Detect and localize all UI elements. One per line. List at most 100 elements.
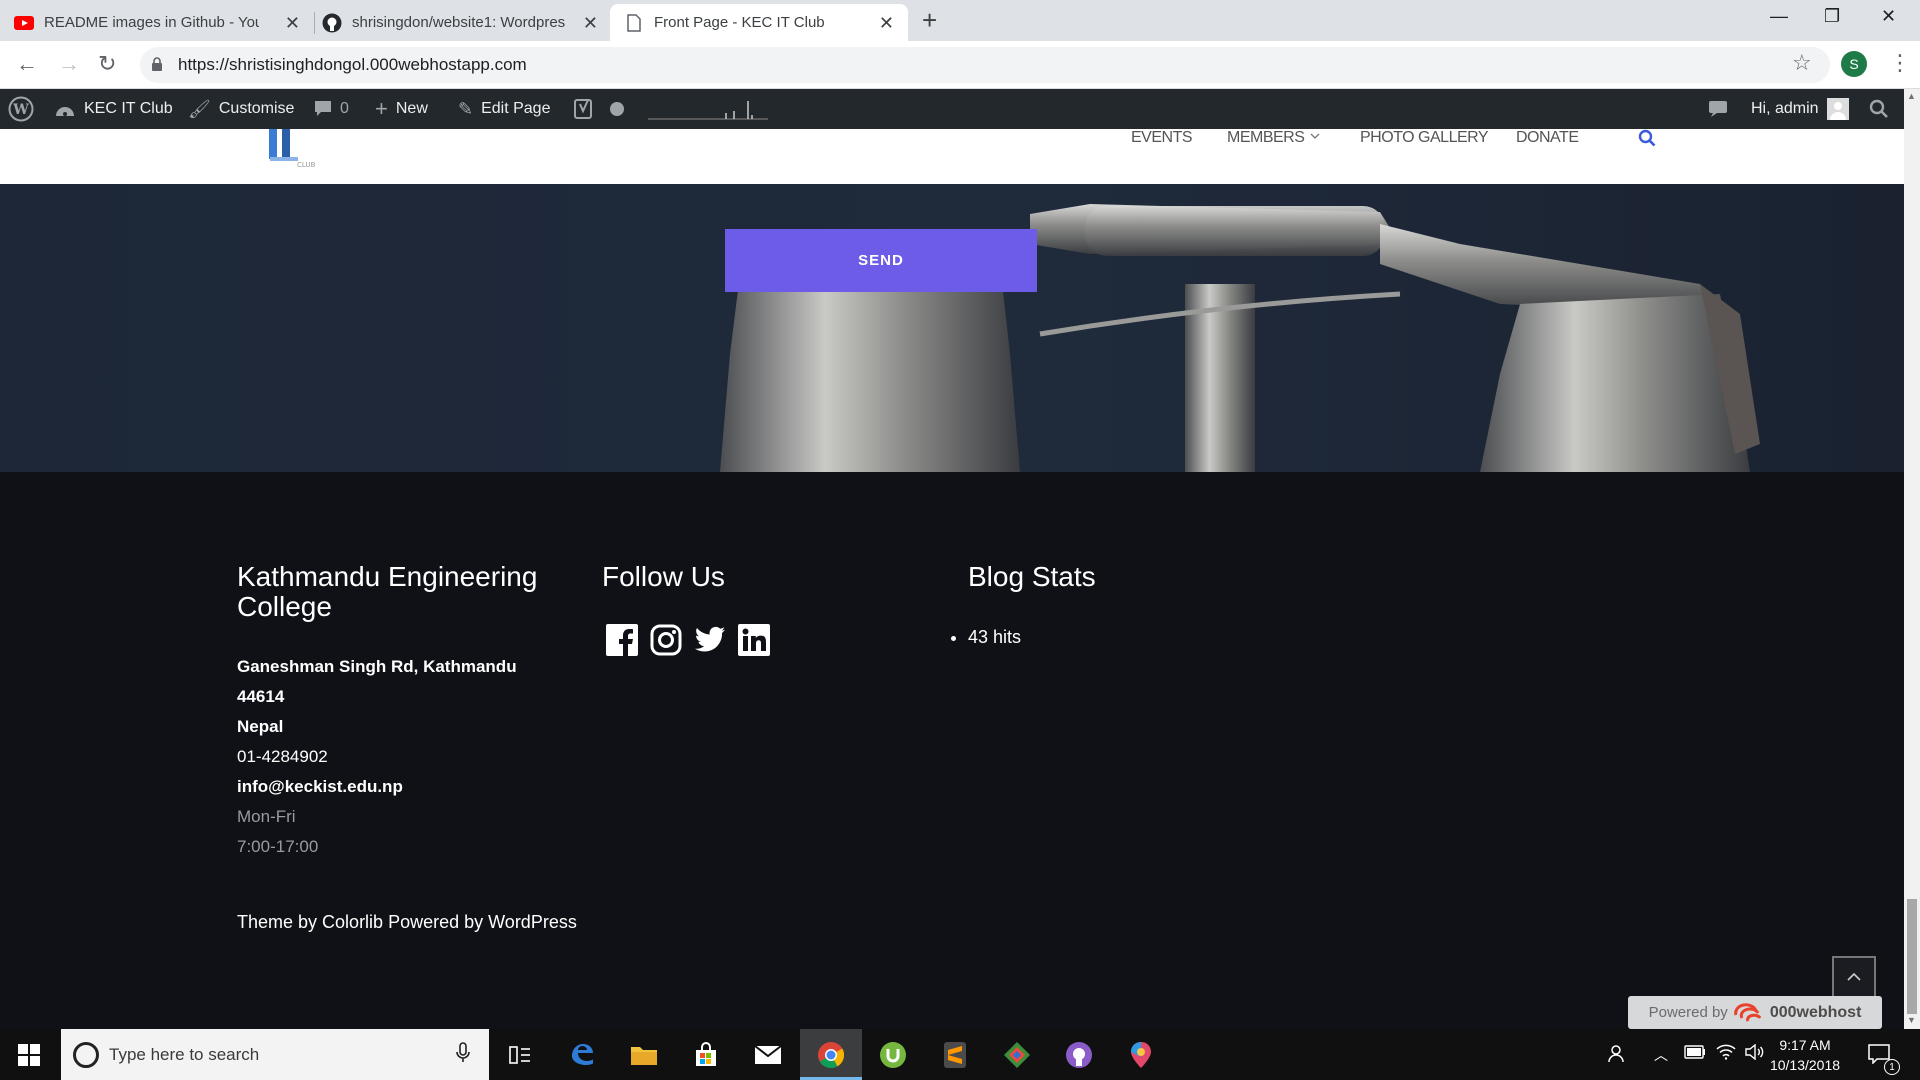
scroll-up-icon[interactable]: ▲ xyxy=(1907,91,1916,101)
scrollbar-thumb[interactable] xyxy=(1907,899,1917,1014)
nav-donate[interactable]: DONATE xyxy=(1516,129,1579,146)
college-title: Kathmandu Engineering College xyxy=(237,561,538,622)
admin-search-button[interactable] xyxy=(1869,89,1889,129)
battery-icon[interactable] xyxy=(1684,1044,1706,1064)
new-tab-button[interactable]: + xyxy=(922,5,937,36)
paintbrush-icon: 🖌 xyxy=(188,98,211,119)
reload-icon[interactable]: ↻ xyxy=(98,51,116,77)
wordpress-link[interactable]: WordPress xyxy=(488,912,577,932)
twitter-icon[interactable] xyxy=(694,624,726,656)
seo-status-dot-icon xyxy=(610,102,624,116)
svg-text:W: W xyxy=(12,102,29,118)
wifi-icon[interactable] xyxy=(1716,1044,1736,1065)
edit-page-button[interactable]: ✎ Edit Page xyxy=(458,89,550,129)
tab-label: shrisingdon/website1: Wordpres xyxy=(352,14,566,31)
my-account-button[interactable]: Hi, admin xyxy=(1751,89,1849,129)
nav-photo-gallery[interactable]: PHOTO GALLERY xyxy=(1360,129,1489,146)
scroll-down-icon[interactable]: ▼ xyxy=(1907,1015,1916,1025)
tab-github-repo[interactable]: shrisingdon/website1: Wordpres ✕ xyxy=(312,4,612,41)
credit-prefix: Theme by xyxy=(237,912,323,932)
address-bar[interactable]: https://shristisinghdongol.000webhostapp… xyxy=(140,47,1830,83)
store-icon[interactable] xyxy=(675,1029,737,1080)
paint-3d-icon[interactable] xyxy=(1110,1029,1172,1080)
windows-taskbar: Type here to search ︿ 9:17 AM 10/13/2018… xyxy=(0,1029,1920,1080)
back-icon[interactable]: ← xyxy=(16,51,38,77)
git-gui-icon[interactable] xyxy=(986,1029,1048,1080)
host-brand: 000webhost xyxy=(1769,1003,1862,1021)
site-name-button[interactable]: KEC IT Club xyxy=(54,89,173,129)
close-tab-icon[interactable]: ✕ xyxy=(285,13,300,34)
social-links xyxy=(606,624,770,656)
yoast-seo-button[interactable] xyxy=(574,89,624,129)
colorlib-link[interactable]: Colorlib xyxy=(322,912,383,932)
back-to-top-button[interactable] xyxy=(1832,956,1876,998)
wordpress-logo-button[interactable]: W xyxy=(8,89,34,129)
send-button[interactable]: SEND xyxy=(725,229,1037,292)
close-tab-icon[interactable]: ✕ xyxy=(583,13,598,34)
search-icon[interactable] xyxy=(1638,129,1656,147)
close-tab-icon[interactable]: ✕ xyxy=(879,13,894,34)
chevron-up-icon[interactable]: ︿ xyxy=(1654,1045,1668,1065)
menu-kebab-icon[interactable]: ⋮ xyxy=(1889,50,1911,76)
chevron-down-icon[interactable] xyxy=(1310,133,1320,139)
bookmark-star-icon[interactable]: ☆ xyxy=(1792,50,1812,76)
nav-events[interactable]: EVENTS xyxy=(1131,129,1193,146)
contact-hero-section: SEND xyxy=(0,184,1904,472)
windows-start-icon[interactable] xyxy=(18,1044,40,1066)
facebook-icon[interactable] xyxy=(606,624,638,656)
microphone-icon[interactable] xyxy=(456,1042,470,1064)
000webhost-logo-icon xyxy=(1734,1002,1762,1022)
nav-members[interactable]: MEMBERS xyxy=(1227,129,1305,146)
stats-sparkline[interactable] xyxy=(648,89,768,129)
clock-time: 9:17 AM xyxy=(1779,1037,1831,1053)
browser-tab-strip: README images in Github - You ✕ shrising… xyxy=(0,0,1920,41)
profile-avatar[interactable]: S xyxy=(1841,51,1867,77)
url-text: https://shristisinghdongol.000webhostapp… xyxy=(178,55,527,74)
edit-page-label: Edit Page xyxy=(481,100,551,117)
minimize-icon[interactable]: — xyxy=(1770,6,1788,27)
sublime-text-icon[interactable] xyxy=(924,1029,986,1080)
blog-stats-list: 43 hits xyxy=(950,627,1021,648)
site-name-label: KEC IT Club xyxy=(84,100,173,117)
search-placeholder: Type here to search xyxy=(109,1045,260,1064)
telephone-background-image xyxy=(0,184,1904,472)
edge-icon[interactable] xyxy=(551,1029,613,1080)
notification-bubble-icon xyxy=(1709,101,1727,117)
tab-front-page[interactable]: Front Page - KEC IT Club ✕ xyxy=(610,4,908,41)
email-link[interactable]: info@keckist.edu.np xyxy=(237,772,517,802)
comments-button[interactable]: 0 xyxy=(314,89,349,129)
file-explorer-icon[interactable] xyxy=(613,1029,675,1080)
mail-icon[interactable] xyxy=(737,1029,799,1080)
task-view-icon[interactable] xyxy=(489,1029,551,1080)
blog-stats-title: Blog Stats xyxy=(968,561,1096,592)
customise-button[interactable]: 🖌 Customise xyxy=(188,89,294,129)
chrome-icon[interactable] xyxy=(800,1029,862,1080)
new-content-button[interactable]: + New xyxy=(375,89,428,129)
linkedin-icon[interactable] xyxy=(738,624,770,656)
site-logo[interactable]: CLUB xyxy=(266,129,316,169)
forward-icon[interactable]: → xyxy=(58,51,80,77)
hits-count: 43 hits xyxy=(968,627,1021,648)
taskbar-search[interactable]: Type here to search xyxy=(61,1029,489,1080)
notifications-button[interactable] xyxy=(1708,89,1728,129)
follow-us-title: Follow Us xyxy=(602,561,725,592)
sparkline-chart-icon xyxy=(648,101,768,120)
page-scrollbar[interactable]: ▲ ▼ xyxy=(1904,89,1920,1029)
close-window-icon[interactable]: ✕ xyxy=(1881,6,1896,27)
tab-label: Front Page - KEC IT Club xyxy=(654,14,825,31)
notification-count-badge: 1 xyxy=(1884,1059,1900,1075)
tab-readme-youtube[interactable]: README images in Github - You ✕ xyxy=(14,4,314,41)
svg-text:CLUB: CLUB xyxy=(297,161,316,169)
instagram-icon[interactable] xyxy=(650,624,682,656)
wordpress-icon: W xyxy=(8,96,34,122)
people-icon[interactable] xyxy=(1608,1044,1628,1069)
system-clock[interactable]: 9:17 AM 10/13/2018 xyxy=(1760,1035,1850,1075)
restore-icon[interactable]: ❐ xyxy=(1824,6,1840,27)
cortana-icon xyxy=(73,1042,99,1068)
pencil-icon: ✎ xyxy=(458,98,474,119)
github-desktop-icon[interactable] xyxy=(1048,1029,1110,1080)
customise-label: Customise xyxy=(218,100,295,117)
utorrent-icon[interactable] xyxy=(862,1029,924,1080)
powered-by-badge[interactable]: Powered by 000webhost xyxy=(1628,996,1882,1029)
address-line: Ganeshman Singh Rd, Kathmandu xyxy=(237,657,517,676)
